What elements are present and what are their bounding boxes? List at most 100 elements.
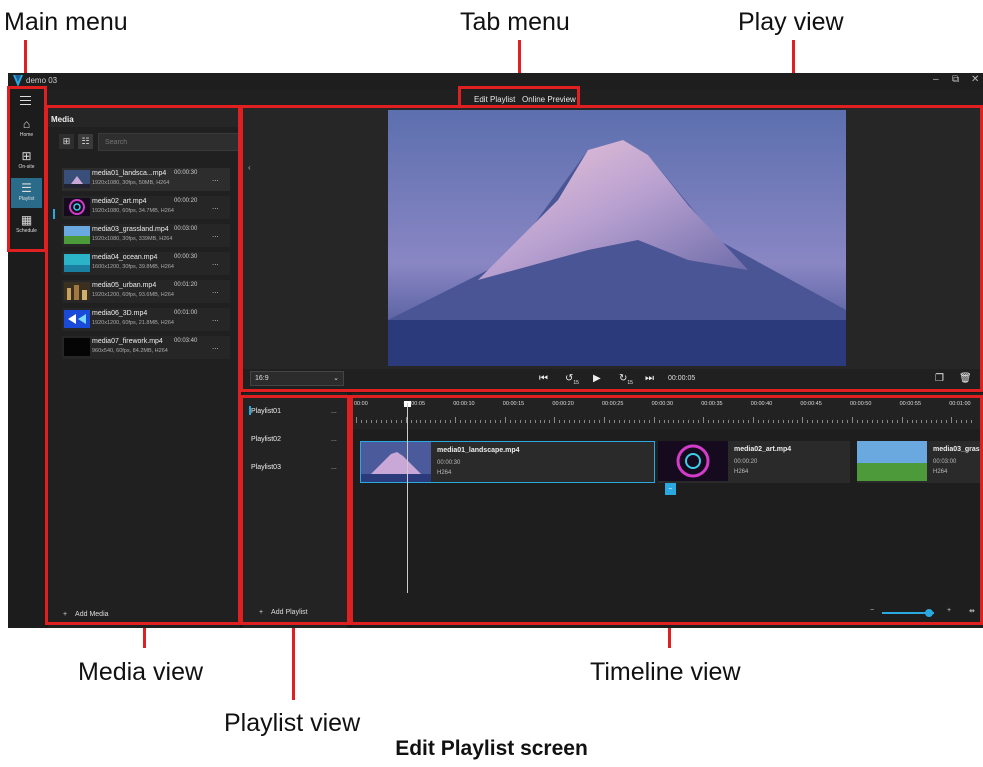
- more-options-button[interactable]: ...: [212, 286, 219, 295]
- playlist-more-button[interactable]: ...: [331, 436, 337, 443]
- playlist-item-1[interactable]: Playlist01: [251, 408, 281, 415]
- playlist-item-2[interactable]: Playlist02: [251, 436, 281, 443]
- ruler-minor-tick: [390, 420, 392, 423]
- previous-button[interactable]: ⏮: [539, 373, 548, 384]
- ruler-minor-tick: [812, 420, 814, 423]
- delete-icon[interactable]: 🗑: [959, 373, 972, 384]
- ruler-minor-tick: [767, 420, 769, 423]
- more-options-button[interactable]: ...: [212, 314, 219, 323]
- ruler-minor-tick: [856, 420, 858, 423]
- timeline-ruler[interactable]: 00:00 00:00:05 00:00:10 00:00:15 00:00:20 00:…: [352, 393, 983, 429]
- media-info: 1920x1080, 30fps, 339MB, H264: [92, 236, 173, 242]
- ruler-minor-tick: [951, 417, 953, 423]
- ruler-minor-tick: [579, 420, 581, 423]
- collapse-panel-arrow[interactable]: ‹: [248, 163, 251, 172]
- nav-schedule[interactable]: ▦ Schedule: [11, 210, 42, 240]
- ruler-minor-tick: [747, 420, 749, 423]
- grid-view-button[interactable]: ⊞: [59, 134, 74, 149]
- rewind-15-button[interactable]: ↺15: [565, 373, 579, 386]
- media-duration: 00:01:20: [174, 282, 198, 288]
- main-menu: ⌂ Home ⊞ On-site ☰ Playlist ▦ Schedule: [8, 90, 45, 628]
- ruler-minor-tick: [718, 420, 720, 423]
- ruler-minor-tick: [356, 417, 357, 423]
- video-preview[interactable]: [388, 110, 846, 366]
- ruler-minor-tick: [757, 420, 759, 423]
- ruler-minor-tick: [400, 420, 402, 423]
- timeline-clip-2[interactable]: media02_art.mp4 00:00:20 H264: [658, 441, 850, 483]
- timeline-clip-3[interactable]: media03_grassla 00:03:00 H264: [857, 441, 983, 483]
- ruler-minor-tick: [608, 420, 610, 423]
- clip-name: media03_grassla: [933, 446, 983, 453]
- timeline-clip-1[interactable]: media01_landscape.mp4 00:00:30 H264: [360, 441, 655, 483]
- nav-playlist[interactable]: ☰ Playlist: [11, 178, 42, 208]
- ruler-minor-tick: [549, 420, 551, 423]
- close-button[interactable]: ✕: [971, 74, 979, 85]
- timeline-view-callout: Timeline view: [590, 658, 741, 686]
- clip-name: media02_art.mp4: [734, 446, 792, 453]
- add-playlist-button[interactable]: + Add Playlist: [259, 609, 308, 616]
- ruler-minor-tick: [623, 420, 625, 423]
- ruler-minor-tick: [946, 420, 948, 423]
- minimize-button[interactable]: –: [933, 74, 939, 85]
- more-options-button[interactable]: ...: [212, 258, 219, 267]
- nav-onsite[interactable]: ⊞ On-site: [11, 146, 42, 176]
- media-search-input[interactable]: [98, 133, 240, 151]
- tab-online-preview[interactable]: Online Preview: [522, 95, 576, 104]
- list-view-button[interactable]: ☷: [78, 134, 93, 149]
- more-options-button[interactable]: ...: [212, 230, 219, 239]
- media-item-3[interactable]: media03_grassland.mp4 00:03:00 1920x1080…: [62, 224, 230, 247]
- ruler-minor-tick: [574, 420, 576, 423]
- title-bar: demo 03 – ⧉ ✕: [8, 73, 983, 90]
- more-options-button[interactable]: ...: [212, 174, 219, 183]
- media-thumbnail-urban: [64, 282, 90, 300]
- media-item-1[interactable]: media01_landsca...mp4 00:00:30 1920x1080…: [62, 168, 230, 191]
- next-button[interactable]: ⏭: [645, 373, 654, 384]
- more-options-button[interactable]: ...: [212, 202, 219, 211]
- restore-button[interactable]: ⧉: [952, 74, 959, 85]
- ruler-tick-label: 00:00:15: [502, 401, 525, 407]
- app-window: demo 03 – ⧉ ✕ Edit Playlist Online Previ…: [8, 73, 983, 628]
- playlist-item-3[interactable]: Playlist03: [251, 464, 281, 471]
- media-item-6[interactable]: media06_3D.mp4 00:01:00 1920x1200, 60fps…: [62, 308, 230, 331]
- ruler-minor-tick: [584, 420, 586, 423]
- ruler-minor-tick: [971, 420, 973, 423]
- ruler-tick-label: 00:00:55: [899, 401, 922, 407]
- forward-15-button[interactable]: ↻15: [619, 373, 633, 386]
- tab-edit-playlist[interactable]: Edit Playlist: [474, 95, 515, 104]
- ruler-minor-tick: [683, 420, 685, 423]
- hamburger-icon[interactable]: [20, 96, 31, 105]
- play-button[interactable]: ▶: [593, 373, 601, 384]
- ruler-minor-tick: [480, 420, 481, 423]
- ruler-minor-tick: [772, 420, 774, 423]
- zoom-out-icon[interactable]: −: [870, 607, 874, 614]
- add-media-button[interactable]: + Add Media: [63, 611, 109, 618]
- ruler-minor-tick: [544, 420, 546, 423]
- fit-timeline-icon[interactable]: ⇹: [969, 607, 975, 615]
- ruler-minor-tick: [504, 417, 506, 423]
- media-item-2[interactable]: media02_art.mp4 00:00:20 1920x1080, 60fp…: [62, 196, 230, 219]
- aspect-ratio-value: 16:9: [255, 375, 269, 382]
- playlist-more-button[interactable]: ...: [331, 464, 337, 471]
- media-thumbnail-3d: [64, 310, 90, 328]
- ruler-tick-label: 00:00:10: [453, 401, 475, 407]
- zoom-slider-knob[interactable]: [924, 609, 933, 617]
- aspect-ratio-select[interactable]: 16:9 ⌄: [250, 371, 344, 386]
- more-options-button[interactable]: ...: [212, 342, 219, 351]
- ruler-minor-tick: [638, 420, 640, 423]
- playlist-more-button[interactable]: ...: [331, 408, 337, 415]
- ruler-minor-tick: [797, 420, 799, 423]
- clip-codec: H264: [734, 469, 749, 475]
- media-item-7[interactable]: media07_firework.mp4 00:03:40 960x540, 6…: [62, 336, 230, 359]
- chevron-down-icon: ⌄: [333, 375, 339, 382]
- media-item-4[interactable]: media04_ocean.mp4 00:00:30 1600x1200, 30…: [62, 252, 230, 275]
- media-duration: 00:01:00: [174, 310, 198, 316]
- ruler-minor-tick: [385, 420, 387, 423]
- clip-drag-handle-icon[interactable]: ⇔: [665, 483, 676, 495]
- play-view-callout: Play view: [738, 8, 844, 36]
- ruler-minor-tick: [534, 420, 536, 423]
- window-title: demo 03: [26, 76, 58, 85]
- copy-icon[interactable]: ❐: [935, 373, 944, 384]
- zoom-in-icon[interactable]: +: [947, 607, 951, 614]
- nav-home[interactable]: ⌂ Home: [11, 114, 42, 144]
- media-item-5[interactable]: media05_urban.mp4 00:01:20 1920x1200, 60…: [62, 280, 230, 303]
